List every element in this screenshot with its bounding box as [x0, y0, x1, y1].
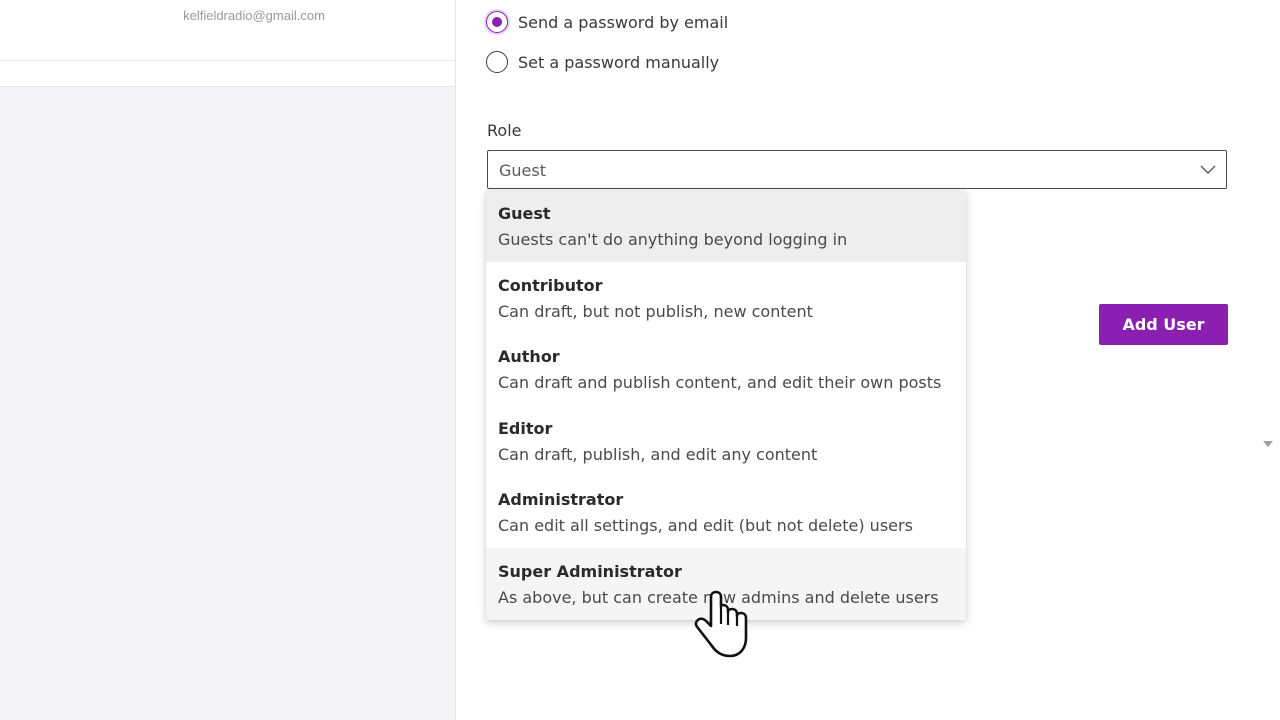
option-description: As above, but can create new admins and … — [498, 587, 939, 607]
role-select[interactable]: Guest — [487, 150, 1227, 189]
option-title: Editor — [498, 418, 553, 438]
radio-set-password-manually[interactable]: Set a password manually — [486, 51, 719, 73]
scrollbar[interactable] — [1257, 0, 1280, 455]
option-description: Can draft and publish content, and edit … — [498, 373, 942, 393]
radio-send-password-email[interactable]: Send a password by email — [486, 11, 728, 33]
user-card: kelfieldradio@gmail.com — [0, 0, 455, 87]
option-description: Can draft, but not publish, new content — [498, 301, 813, 321]
option-title: Administrator — [498, 490, 624, 510]
option-description: Can edit all settings, and edit (but not… — [498, 516, 913, 536]
role-dropdown-list: Guest Guests can't do anything beyond lo… — [486, 190, 966, 620]
option-description: Can draft, publish, and edit any content — [498, 444, 818, 464]
option-title: Contributor — [498, 275, 603, 295]
role-option-author[interactable]: Author Can draft and publish content, an… — [486, 333, 966, 405]
radio-button-checked[interactable] — [486, 11, 508, 33]
option-title: Super Administrator — [498, 561, 682, 581]
radio-label: Set a password manually — [518, 52, 720, 72]
radio-button[interactable] — [486, 51, 508, 73]
radio-label: Send a password by email — [518, 12, 729, 32]
page: kelfieldradio@gmail.com Send a password … — [0, 0, 1280, 720]
role-option-guest[interactable]: Guest Guests can't do anything beyond lo… — [486, 190, 966, 262]
role-option-super-administrator[interactable]: Super Administrator As above, but can cr… — [486, 547, 966, 620]
role-select-value: Guest — [499, 161, 546, 180]
user-email: kelfieldradio@gmail.com — [183, 8, 325, 23]
chevron-down-icon — [1200, 165, 1216, 174]
role-label: Role — [487, 121, 522, 140]
option-title: Guest — [498, 204, 551, 223]
role-option-contributor[interactable]: Contributor Can draft, but not publish, … — [486, 262, 966, 334]
left-pane: kelfieldradio@gmail.com — [0, 0, 455, 720]
role-option-administrator[interactable]: Administrator Can edit all settings, and… — [486, 476, 966, 548]
scroll-gutter — [1257, 455, 1280, 720]
option-title: Author — [498, 347, 560, 367]
role-option-editor[interactable]: Editor Can draft, publish, and edit any … — [486, 405, 966, 477]
card-divider — [0, 60, 455, 61]
scroll-down-arrow-icon[interactable] — [1263, 441, 1273, 447]
option-description: Guests can't do anything beyond logging … — [498, 230, 848, 249]
add-user-button[interactable]: Add User — [1099, 304, 1228, 345]
